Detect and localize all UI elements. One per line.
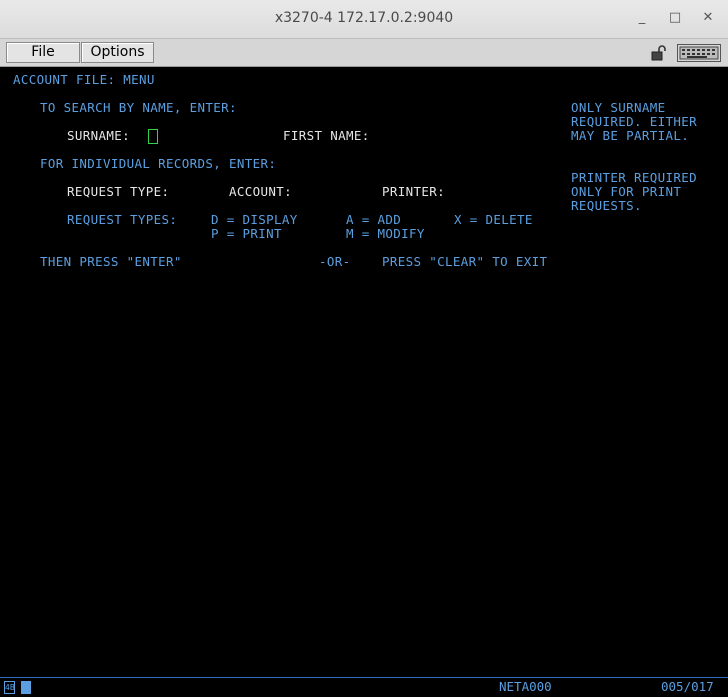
then-press-enter: THEN PRESS "ENTER" [40,254,182,269]
press-clear-to-exit: PRESS "CLEAR" TO EXIT [382,254,548,269]
type-print: P = PRINT [211,226,282,241]
minimize-icon[interactable]: _ [633,9,651,27]
surname-input[interactable] [148,129,158,144]
status-cursor [21,681,31,694]
type-modify: M = MODIFY [346,226,425,241]
unlocked-lock-icon[interactable] [651,45,669,61]
menu-bar: File Options [0,39,728,67]
file-menu-button[interactable]: File [6,42,80,63]
hint2-line1: PRINTER REQUIRED [571,170,698,185]
cursor-position: 005/017 [661,679,714,694]
options-menu-button[interactable]: Options [81,42,154,63]
type-display: D = DISPLAY [211,212,298,227]
account-label: ACCOUNT: [229,184,293,199]
connection-indicator: 4B [4,681,15,694]
hint1-line3: MAY BE PARTIAL. [571,128,690,143]
printer-label: PRINTER: [382,184,446,199]
lu-name: NETA000 [499,679,552,694]
type-add: A = ADD [346,212,402,227]
window-titlebar[interactable]: x3270-4 172.17.0.2:9040 _ □ ✕ [0,0,728,39]
hint2-line2: ONLY FOR PRINT [571,184,682,199]
status-line: 4B NETA000 005/017 [0,677,728,697]
maximize-icon[interactable]: □ [666,9,684,27]
search-prompt: TO SEARCH BY NAME, ENTER: [40,100,237,115]
or-separator: -OR- [319,254,351,269]
hint2-line3: REQUESTS. [571,198,642,213]
records-prompt: FOR INDIVIDUAL RECORDS, ENTER: [40,156,277,171]
first-name-label: FIRST NAME: [283,128,370,143]
keyboard-icon[interactable] [677,44,721,62]
surname-label: SURNAME: [67,128,131,143]
hint1-line2: REQUIRED. EITHER [571,114,698,129]
window-title: x3270-4 172.17.0.2:9040 [274,10,454,26]
screen-header: ACCOUNT FILE: MENU [13,72,155,87]
request-type-label: REQUEST TYPE: [67,184,170,199]
hint1-line1: ONLY SURNAME [571,100,666,115]
request-types-label: REQUEST TYPES: [67,212,178,227]
type-delete: X = DELETE [454,212,533,227]
close-icon[interactable]: ✕ [699,9,717,27]
